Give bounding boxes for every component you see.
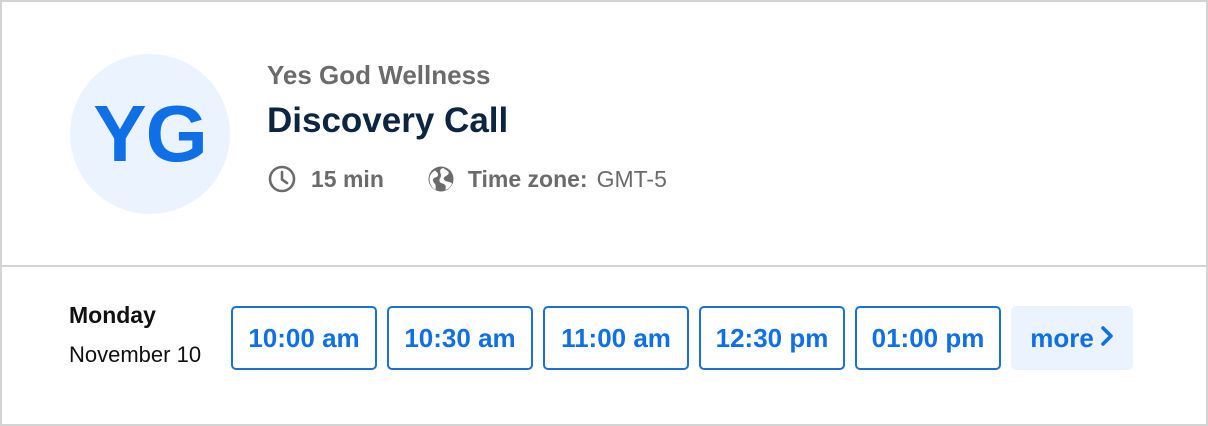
time-slot-button[interactable]: 01:00 pm bbox=[855, 306, 1001, 370]
event-header: YG Yes God Wellness Discovery Call 15 mi… bbox=[2, 2, 1206, 267]
day-heading: Monday November 10 bbox=[69, 302, 201, 368]
avatar-initials: YG bbox=[93, 89, 208, 178]
avatar: YG bbox=[70, 54, 230, 214]
time-slot-list: 10:00 am 10:30 am 11:00 am 12:30 pm 01:0… bbox=[231, 306, 1133, 370]
chevron-right-icon bbox=[1100, 323, 1114, 354]
event-duration: 15 min bbox=[311, 165, 384, 192]
event-meta: 15 min Time zone: GMT-5 bbox=[267, 163, 667, 195]
event-title: Discovery Call bbox=[267, 101, 509, 140]
weekday-label: Monday bbox=[69, 302, 156, 328]
timezone-label: Time zone: bbox=[467, 165, 588, 192]
clock-icon bbox=[267, 164, 297, 194]
globe-icon bbox=[426, 164, 456, 194]
time-slot-button[interactable]: 11:00 am bbox=[543, 306, 689, 370]
time-slot-button[interactable]: 10:00 am bbox=[231, 306, 377, 370]
time-slot-button[interactable]: 12:30 pm bbox=[699, 306, 845, 370]
organization-name: Yes God Wellness bbox=[267, 60, 491, 90]
timezone-value: GMT-5 bbox=[596, 165, 667, 192]
more-times-label: more bbox=[1030, 322, 1094, 353]
booking-card: YG Yes God Wellness Discovery Call 15 mi… bbox=[0, 0, 1208, 426]
time-slot-button[interactable]: 10:30 am bbox=[387, 306, 533, 370]
more-times-button[interactable]: more bbox=[1011, 306, 1133, 370]
date-label: November 10 bbox=[69, 342, 202, 367]
